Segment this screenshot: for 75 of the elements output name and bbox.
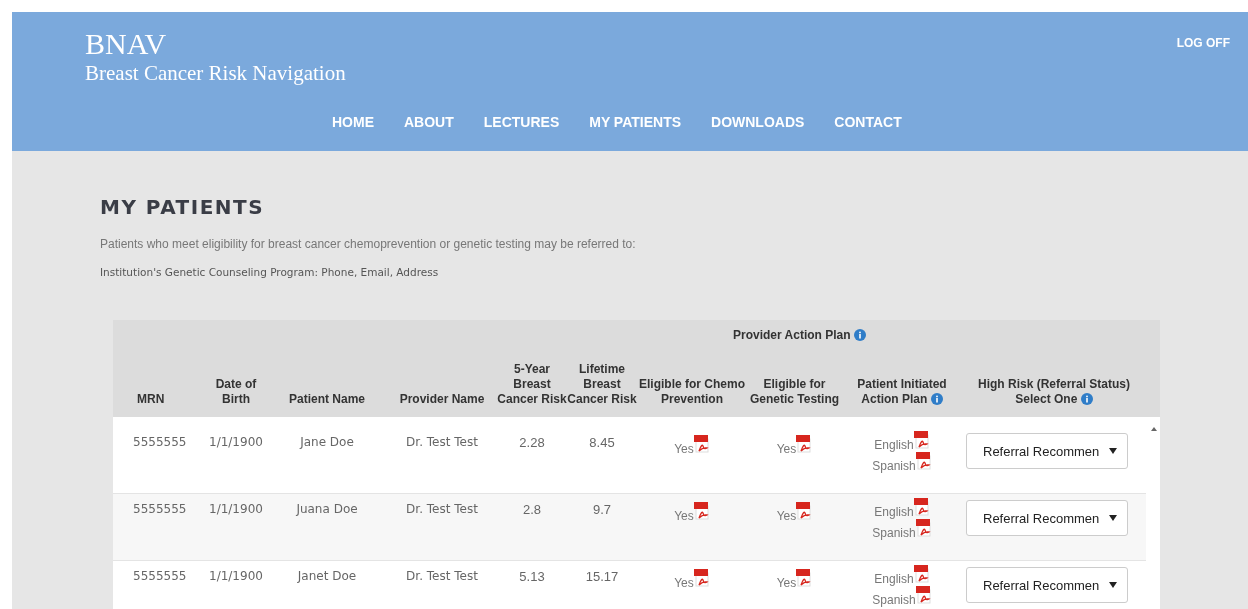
column-header: 5-Year Breast Cancer Risk — [497, 362, 567, 408]
site-subtitle: Breast Cancer Risk Navigation — [85, 60, 346, 86]
pdf-icon[interactable] — [796, 435, 813, 453]
pdf-icon[interactable] — [915, 519, 932, 537]
table-cell-text: 1/1/1900 — [208, 501, 264, 518]
table-cell-text: 5555555 — [132, 434, 188, 451]
column-header: High Risk (Referral Status) Select One — [976, 377, 1131, 408]
pdf-link[interactable]: English — [874, 438, 914, 452]
table-cell-text: Janet Doe — [296, 568, 358, 585]
referral-dropdown[interactable]: Referral Recommen — [966, 433, 1128, 469]
nav-link[interactable]: HOME — [317, 114, 389, 130]
pdf-link[interactable]: Yes — [776, 509, 797, 523]
pdf-icon[interactable] — [796, 502, 813, 520]
column-header: Provider Name — [398, 392, 486, 408]
info-icon[interactable] — [930, 393, 943, 405]
pdf-icon[interactable] — [693, 569, 710, 587]
nav-link[interactable]: DOWNLOADS — [696, 114, 820, 130]
column-header: Patient Initiated Action Plan — [856, 377, 948, 408]
pdf-icon[interactable] — [913, 498, 930, 516]
pdf-link[interactable]: Yes — [776, 442, 797, 456]
table-cell-text: Juana Doe — [295, 501, 359, 518]
table-cell-text: 1/1/1900 — [208, 434, 264, 451]
pdf-link[interactable]: English — [874, 572, 914, 586]
site-logo[interactable]: BNAV — [85, 28, 167, 60]
table-cell-text: Dr. Test Test — [405, 434, 479, 451]
pdf-link[interactable]: Spanish — [872, 526, 916, 540]
intro-text: Patients who meet eligibility for breast cancer chemoprevention or genetic testing may be referred to: — [100, 237, 636, 251]
column-header: MRN — [136, 392, 166, 408]
column-header: Eligible for Genetic Testing — [748, 377, 841, 408]
referral-dropdown[interactable]: Referral Recommen — [966, 567, 1128, 603]
nav-link[interactable]: MY PATIENTS — [574, 114, 697, 130]
nav-link[interactable]: ABOUT — [389, 114, 469, 130]
pdf-icon[interactable] — [913, 565, 930, 583]
table-cell-text: 9.7 — [591, 501, 613, 519]
referral-dropdown[interactable]: Referral Recommen — [966, 500, 1128, 536]
pdf-link[interactable]: Spanish — [872, 459, 916, 473]
table-cell-text: 8.45 — [588, 434, 616, 452]
pdf-link[interactable]: Yes — [674, 509, 694, 523]
pdf-link[interactable]: Yes — [674, 576, 694, 590]
pdf-icon[interactable] — [796, 569, 813, 587]
contact-text: Institution's Genetic Counseling Program: Phone, Email, Address — [100, 266, 439, 278]
pdf-icon[interactable] — [913, 431, 930, 449]
pdf-link[interactable]: English — [874, 505, 914, 519]
pdf-link[interactable]: Yes — [674, 442, 694, 456]
nav-link[interactable]: LECTURES — [468, 114, 575, 130]
pdf-icon[interactable] — [693, 435, 710, 453]
pdf-icon[interactable] — [915, 452, 932, 470]
pdf-link[interactable]: Spanish — [872, 593, 916, 607]
column-header: Lifetime Breast Cancer Risk — [567, 362, 637, 408]
pdf-icon[interactable] — [693, 502, 710, 520]
caret-icon — [1109, 582, 1117, 588]
table-cell-text: Dr. Test Test — [405, 501, 479, 518]
table-cell-text: Dr. Test Test — [405, 568, 479, 585]
column-header: Eligible for Chemo Prevention — [638, 377, 746, 408]
column-group-header: Provider Action Plan — [733, 328, 866, 342]
table-cell-text: 2.28 — [518, 434, 546, 452]
table-cell-text: 5.13 — [518, 568, 546, 586]
column-header: Patient Name — [288, 392, 366, 408]
pdf-icon[interactable] — [915, 586, 932, 604]
table-cell-text: 15.17 — [584, 568, 620, 586]
caret-icon — [1109, 448, 1117, 454]
caret-icon — [1109, 515, 1117, 521]
info-icon[interactable] — [853, 329, 866, 341]
column-header: Date of Birth — [214, 377, 258, 408]
page-heading: MY PATIENTS — [100, 195, 265, 219]
log-off-link[interactable]: LOG OFF — [1176, 36, 1230, 50]
table-cell-text: 2.8 — [521, 501, 543, 519]
table-cell-text: 5555555 — [132, 568, 188, 585]
nav-link[interactable]: CONTACT — [819, 114, 917, 130]
scroll-up-icon[interactable] — [1150, 425, 1158, 433]
table-cell-text: 5555555 — [132, 501, 188, 518]
pdf-link[interactable]: Yes — [776, 576, 797, 590]
table-cell-text: Jane Doe — [298, 434, 355, 451]
info-icon[interactable] — [1080, 393, 1093, 405]
table-cell-text: 1/1/1900 — [208, 568, 264, 585]
